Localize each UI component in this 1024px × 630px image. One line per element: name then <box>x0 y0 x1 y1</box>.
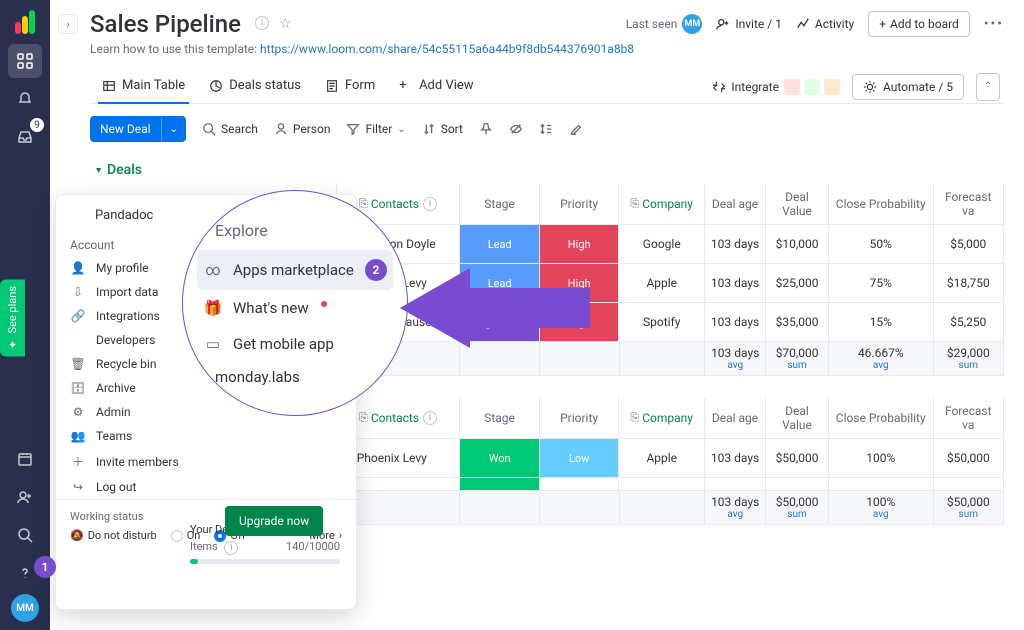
group-header-deals[interactable]: ▸Deals <box>90 158 1004 184</box>
views-bar: Main Table Deals status Form + Add View … <box>90 70 1004 104</box>
mobile-icon: ▭ <box>203 335 223 353</box>
monday-labs-item[interactable]: monday.labs <box>197 362 393 386</box>
integration-icons <box>784 79 840 95</box>
last-seen[interactable]: Last seenMM <box>626 14 703 34</box>
color-icon[interactable] <box>569 122 583 136</box>
column-stage[interactable]: Stage <box>460 184 540 224</box>
gift-icon: 🎁 <box>203 299 223 317</box>
filter-button[interactable]: Filter ⌄ <box>346 122 405 136</box>
collapse-header-icon[interactable]: ⌃ <box>976 73 1000 101</box>
toolbar: New Deal⌄ Search Person Filter ⌄ Sort <box>90 104 1004 152</box>
subtitle: Learn how to use this template: https://… <box>90 42 1004 56</box>
tab-deals-status[interactable]: Deals status <box>197 70 313 103</box>
see-plans-tab[interactable]: ✦ See plans <box>0 280 25 357</box>
automate-button[interactable]: Automate / 5 <box>852 74 964 100</box>
chevron-down-icon[interactable]: ⌄ <box>161 118 186 141</box>
inbox-icon[interactable]: 9 <box>8 120 42 154</box>
height-icon[interactable] <box>539 122 553 136</box>
my-work-icon[interactable] <box>8 442 42 476</box>
search-icon[interactable] <box>8 518 42 552</box>
workspaces-icon[interactable] <box>8 44 42 78</box>
annotation-badge-1: 1 <box>34 556 56 578</box>
pin-icon[interactable] <box>479 122 493 136</box>
avatar-small: MM <box>682 14 702 34</box>
column-close-prob[interactable]: Close Probability <box>829 184 934 224</box>
marketplace-icon: ∞ <box>203 261 223 279</box>
upgrade-button[interactable]: Upgrade now <box>225 506 323 536</box>
column-company[interactable]: ⎘ Company <box>619 184 705 224</box>
whats-new-item[interactable]: 🎁What's new <box>197 290 393 326</box>
favorite-icon[interactable]: ☆ <box>279 16 292 32</box>
invite-button[interactable]: Invite / 1 <box>716 17 782 31</box>
get-mobile-app-item[interactable]: ▭Get mobile app <box>197 326 393 362</box>
annotation-arrow <box>400 268 590 352</box>
search-button[interactable]: Search <box>202 122 258 136</box>
notifications-icon[interactable] <box>8 82 42 116</box>
user-avatar[interactable]: MM <box>11 594 39 622</box>
annotation-badge-2: 2 <box>365 259 387 281</box>
tab-form[interactable]: Form <box>313 70 387 103</box>
explore-heading: Explore <box>197 221 393 250</box>
person-filter[interactable]: Person <box>274 122 331 136</box>
apps-marketplace-item[interactable]: ∞Apps marketplace2 <box>197 250 393 290</box>
menu-log-out[interactable]: ↪Log out <box>56 475 356 499</box>
more-menu-icon[interactable]: ••• <box>984 16 1004 32</box>
new-deal-button[interactable]: New Deal⌄ <box>90 116 186 142</box>
page-title: Sales Pipeline <box>90 10 241 38</box>
integrate-button[interactable]: Integrate <box>712 79 840 95</box>
activity-button[interactable]: Activity <box>796 17 854 31</box>
new-dot-icon <box>321 301 327 307</box>
column-forecast[interactable]: Forecast va <box>934 184 1005 224</box>
status-dnd[interactable]: 🔕Do not disturb <box>70 529 157 542</box>
menu-teams[interactable]: 👥Teams <box>56 424 356 448</box>
add-view-button[interactable]: + Add View <box>387 70 485 103</box>
info-icon[interactable]: i <box>255 16 269 30</box>
add-to-board-button[interactable]: + Add to board <box>868 11 970 37</box>
tab-main-table[interactable]: Main Table <box>90 70 197 103</box>
column-deal-age[interactable]: Deal age <box>705 184 766 224</box>
column-deal-value[interactable]: Deal Value <box>766 184 829 224</box>
menu-invite-members[interactable]: ＋Invite members <box>56 448 356 475</box>
invite-icon[interactable] <box>8 480 42 514</box>
explore-zoom: Explore ∞Apps marketplace2 🎁What's new ▭… <box>182 190 408 416</box>
template-link[interactable]: https://www.loom.com/share/54c55115a6a44… <box>260 42 634 56</box>
sort-button[interactable]: Sort <box>422 122 463 136</box>
hide-icon[interactable] <box>509 122 523 136</box>
inbox-badge: 9 <box>30 118 44 132</box>
column-priority[interactable]: Priority <box>540 184 620 224</box>
monday-logo <box>11 6 39 34</box>
